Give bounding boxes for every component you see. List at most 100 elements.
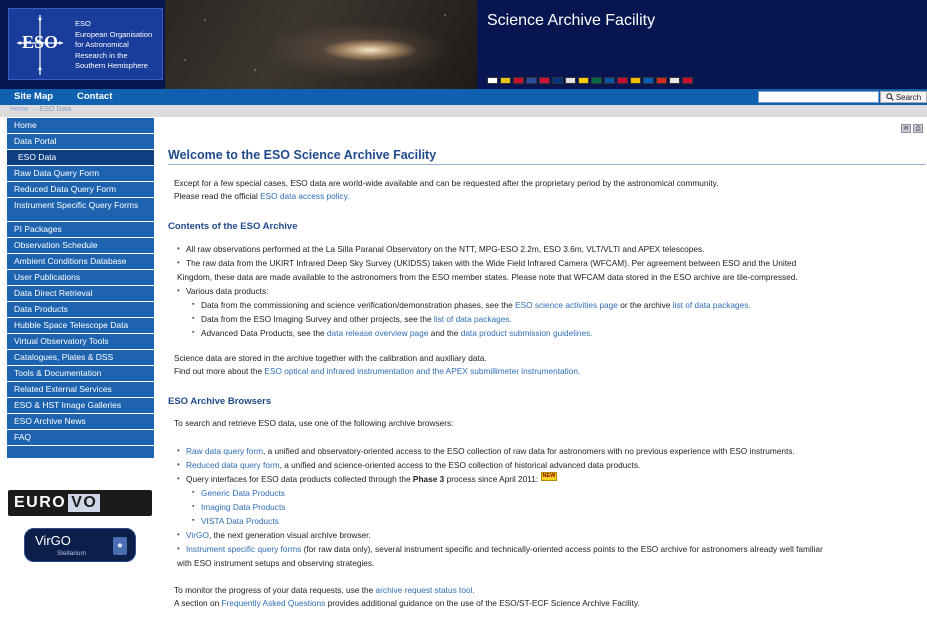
list-item: VirGO, the next generation visual archiv… (177, 528, 823, 542)
footer-text: To monitor the progress of your data req… (174, 584, 640, 610)
eso-logo[interactable]: ESO ESO European Organisation for Astron… (8, 8, 163, 80)
language-flag-icon[interactable] (643, 77, 654, 84)
vista-data-products-link[interactable]: VISTA Data Products (201, 516, 279, 526)
sidebar-item-hubble-space-telescope-data[interactable]: Hubble Space Telescope Data (7, 318, 154, 334)
request-status-tool-link[interactable]: archive request status tool. (376, 585, 475, 595)
sidebar-item-faq[interactable]: FAQ (7, 430, 154, 446)
instrument-specific-query-forms-link[interactable]: Instrument specific query forms (186, 544, 301, 554)
list-item: Raw data query form, a unified and obser… (177, 444, 823, 458)
sidebar-item-catalogues-plates-dss[interactable]: Catalogues, Plates & DSS (7, 350, 154, 366)
faq-line: A section on Frequently Asked Questions … (174, 597, 640, 610)
language-flag-icon[interactable] (617, 77, 628, 84)
data-access-policy-link[interactable]: ESO data access policy. (260, 191, 349, 201)
imaging-data-products-link[interactable]: Imaging Data Products (201, 502, 285, 512)
sidebar-item-data-portal[interactable]: Data Portal (7, 134, 154, 150)
data-packages-link-2[interactable]: list of data packages. (434, 314, 512, 324)
sidebar-item-user-publications[interactable]: User Publications (7, 270, 154, 286)
virgo-sub: Stellarium (57, 550, 86, 557)
language-flag-icon[interactable] (539, 77, 550, 84)
sidebar-item-tools-documentation[interactable]: Tools & Documentation (7, 366, 154, 382)
logo-text: ESO European Organisation for Astronomic… (75, 19, 152, 72)
reduced-data-query-form-link[interactable]: Reduced data query form (186, 460, 280, 470)
email-icon[interactable]: ✉ (901, 124, 911, 133)
list-item-line: Kingdom, these data are made available t… (177, 272, 798, 282)
faq-text: A section on (174, 598, 222, 608)
breadcrumb-home[interactable]: Home (10, 106, 29, 113)
sidebar-item-related-external-services[interactable]: Related External Services (7, 382, 154, 398)
sidebar-item-data-products[interactable]: Data Products (7, 302, 154, 318)
list-item: Reduced data query form, a unified and s… (177, 458, 823, 472)
list-item: Data from the ESO Imaging Survey and oth… (192, 312, 798, 326)
instrumentation-link[interactable]: ESO optical and infrared instrumentation… (264, 366, 580, 376)
sidebar-item-pi-packages[interactable]: PI Packages (7, 222, 154, 238)
site-map-link[interactable]: Site Map (14, 91, 53, 102)
data-packages-link[interactable]: list of data packages. (673, 300, 751, 310)
contents-heading: Contents of the ESO Archive (168, 221, 298, 232)
science-activities-link[interactable]: ESO science activities page (515, 300, 618, 310)
sidebar-item-eso-hst-image-galleries[interactable]: ESO & HST Image Galleries (7, 398, 154, 414)
new-badge: NEW (540, 472, 558, 481)
sidebar-item-home[interactable]: Home (7, 118, 154, 134)
language-flag-icon[interactable] (513, 77, 524, 84)
breadcrumb-separator: → (30, 106, 38, 113)
sidebar-item-data-direct-retrieval[interactable]: Data Direct Retrieval (7, 286, 154, 302)
list-item: Imaging Data Products (192, 500, 823, 514)
list-item: Query interfaces for ESO data products c… (177, 472, 823, 528)
print-icon[interactable]: ⎙ (913, 124, 923, 133)
sidebar-item-eso-archive-news[interactable]: ESO Archive News (7, 414, 154, 430)
sidebar-item-instrument-specific-query-forms[interactable]: Instrument Specific Query Forms (7, 198, 154, 222)
list-item-text: , a unified and science-oriented access … (279, 460, 641, 470)
list-item: All raw observations performed at the La… (177, 242, 798, 256)
language-flag-icon[interactable] (500, 77, 511, 84)
breadcrumb-current: ESO Data (39, 106, 72, 113)
data-products-sublist: Data from the commissioning and science … (192, 298, 798, 340)
sidebar-tail (7, 446, 154, 458)
top-nav-bar: Site Map Contact Search (0, 89, 927, 105)
stellarium-icon: ★ (113, 537, 127, 555)
language-flag-icon[interactable] (630, 77, 641, 84)
list-item-text: Various data products: (186, 286, 269, 296)
language-flag-icon[interactable] (682, 77, 693, 84)
faq-text: provides additional guidance on the use … (325, 598, 640, 608)
list-item-line: The raw data from the UKIRT Infrared Dee… (186, 258, 797, 268)
submission-guidelines-link[interactable]: data product submission guidelines. (461, 328, 593, 338)
sidebar-item-virtual-observatory-tools[interactable]: Virtual Observatory Tools (7, 334, 154, 350)
list-item-text: , the next generation visual archive bro… (208, 530, 371, 540)
language-flag-icon[interactable] (565, 77, 576, 84)
list-item: The raw data from the UKIRT Infrared Dee… (177, 256, 798, 284)
euro-vo-euro: EURO (14, 494, 67, 511)
list-item-text: (for raw data only), several instrument … (301, 544, 823, 554)
sidebar-item-eso-data[interactable]: ESO Data (7, 150, 154, 166)
language-flag-icon[interactable] (487, 77, 498, 84)
language-flag-icon[interactable] (656, 77, 667, 84)
language-flag-icon[interactable] (578, 77, 589, 84)
sidebar-item-ambient-conditions-database[interactable]: Ambient Conditions Database (7, 254, 154, 270)
virgo-link[interactable]: VirGO (186, 530, 209, 540)
list-item: VISTA Data Products (192, 514, 823, 528)
language-flag-icon[interactable] (526, 77, 537, 84)
language-flag-icon[interactable] (604, 77, 615, 84)
language-flag-icon[interactable] (669, 77, 680, 84)
sidebar-item-raw-data-query-form[interactable]: Raw Data Query Form (7, 166, 154, 182)
sidebar-item-observation-schedule[interactable]: Observation Schedule (7, 238, 154, 254)
language-flag-icon[interactable] (552, 77, 563, 84)
logo-line: Southern Hemisphere (75, 61, 148, 70)
search-button[interactable]: Search (880, 91, 927, 103)
euro-vo-logo[interactable]: EURO VO (8, 490, 152, 516)
data-release-overview-link[interactable]: data release overview page (327, 328, 428, 338)
storage-line-2-text: Find out more about the (174, 366, 265, 376)
language-flag-icon[interactable] (591, 77, 602, 84)
browsers-list: Raw data query form, a unified and obser… (177, 444, 823, 570)
search-input[interactable] (758, 91, 879, 103)
sidebar-item-reduced-data-query-form[interactable]: Reduced Data Query Form (7, 182, 154, 198)
list-item: Various data products: Data from the com… (177, 284, 798, 340)
generic-data-products-link[interactable]: Generic Data Products (201, 488, 285, 498)
contact-link[interactable]: Contact (77, 91, 112, 102)
breadcrumb: Home → ESO Data (0, 105, 927, 117)
virgo-stellarium-logo[interactable]: VirGO Stellarium ★ (24, 528, 136, 562)
virgo-name: VirGO (35, 533, 71, 548)
storage-line-2: Find out more about the ESO optical and … (174, 365, 580, 378)
faq-link[interactable]: Frequently Asked Questions (222, 598, 326, 608)
raw-data-query-form-link[interactable]: Raw data query form (186, 446, 263, 456)
logo-line: for Astronomical (75, 40, 129, 49)
